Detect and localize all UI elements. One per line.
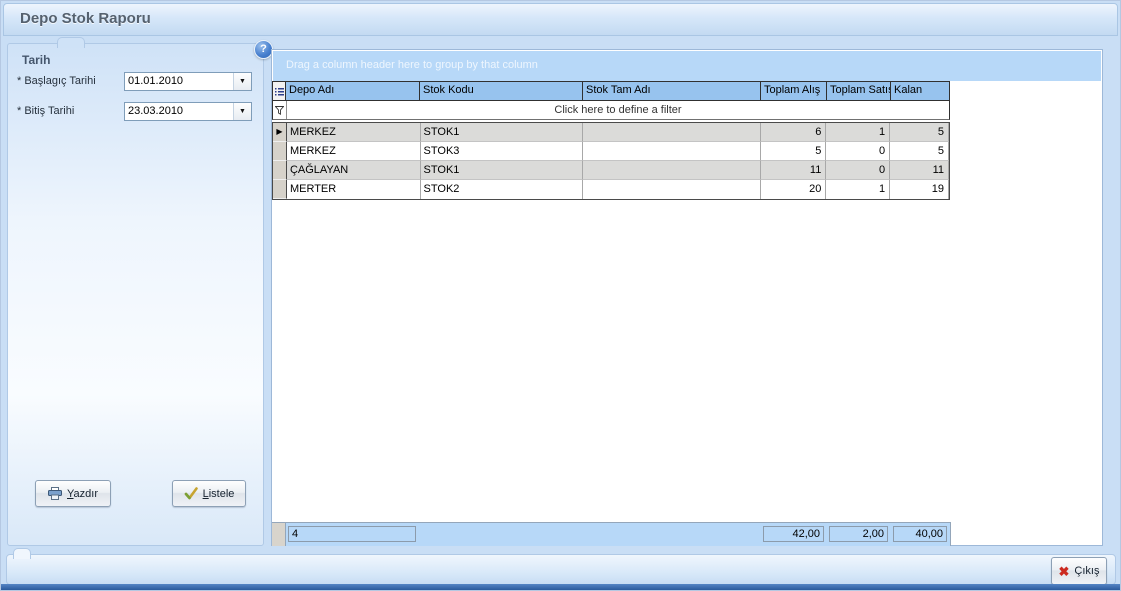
- print-button[interactable]: Yazdır: [35, 480, 111, 507]
- current-row-arrow-icon: ▶: [276, 128, 282, 136]
- footer-row-count: 4: [288, 526, 416, 542]
- row-indicator-cell: [273, 180, 287, 199]
- cell-depo-adi[interactable]: ÇAĞLAYAN: [287, 161, 421, 180]
- start-date-value: 01.01.2010: [128, 73, 183, 90]
- end-date-input[interactable]: 23.03.2010 ▼: [124, 102, 252, 121]
- cell-depo-adi[interactable]: MERTER: [287, 180, 421, 199]
- stock-grid: Drag a column header here to group by th…: [271, 49, 1103, 546]
- column-header-stok-tam-adi[interactable]: Stok Tam Adı: [583, 82, 761, 100]
- date-filter-panel: Tarih ? * Başlagıç Tarihi 01.01.2010 ▼ *…: [7, 43, 264, 546]
- title-bar: Depo Stok Raporu: [3, 3, 1118, 36]
- cell-toplam-alis[interactable]: 20: [761, 180, 827, 199]
- app-window: Depo Stok Raporu Tarih ? * Başlagıç Tari…: [0, 0, 1121, 591]
- chevron-down-icon: ▼: [239, 108, 246, 115]
- cell-stok-kodu[interactable]: STOK2: [421, 180, 584, 199]
- grid-table: Depo Adı Stok Kodu Stok Tam Adı Toplam A…: [272, 81, 950, 200]
- filter-row[interactable]: Click here to define a filter: [272, 101, 950, 120]
- end-date-label: * Bitiş Tarihi: [17, 105, 74, 117]
- cell-toplam-alis[interactable]: 6: [761, 123, 827, 142]
- cell-toplam-satis[interactable]: 1: [826, 180, 890, 199]
- close-x-icon: ✖: [1059, 565, 1070, 578]
- cell-kalan[interactable]: 19: [890, 180, 949, 199]
- end-date-value: 23.03.2010: [128, 103, 183, 120]
- cell-depo-adi[interactable]: MERKEZ: [287, 123, 421, 142]
- list-menu-icon: [275, 87, 284, 96]
- column-header-kalan[interactable]: Kalan: [891, 82, 950, 100]
- chevron-down-icon: ▼: [239, 78, 246, 85]
- table-row[interactable]: MERKEZ STOK3 5 0 5: [273, 142, 949, 161]
- cell-toplam-satis[interactable]: 0: [826, 161, 890, 180]
- start-date-dropdown-button[interactable]: ▼: [233, 73, 251, 90]
- cell-stok-tam-adi[interactable]: [583, 123, 760, 142]
- row-indicator-cell: [273, 161, 287, 180]
- cell-stok-tam-adi[interactable]: [583, 142, 760, 161]
- group-by-hint: Drag a column header here to group by th…: [286, 59, 538, 71]
- table-row[interactable]: MERTER STOK2 20 1 19: [273, 180, 949, 199]
- cell-stok-tam-adi[interactable]: [583, 180, 760, 199]
- cell-stok-kodu[interactable]: STOK1: [421, 123, 584, 142]
- group-title-tarih: Tarih: [22, 53, 50, 67]
- cell-toplam-satis[interactable]: 0: [826, 142, 890, 161]
- footer-indicator-stub: [272, 523, 286, 546]
- cell-stok-kodu[interactable]: STOK1: [421, 161, 584, 180]
- window-title: Depo Stok Raporu: [20, 4, 151, 34]
- cell-kalan[interactable]: 5: [890, 123, 949, 142]
- start-date-label: * Başlagıç Tarihi: [17, 75, 96, 87]
- list-button[interactable]: Listele: [172, 480, 246, 507]
- grid-corner-button[interactable]: [272, 82, 286, 100]
- table-row[interactable]: ▶ MERKEZ STOK1 6 1 5: [273, 123, 949, 142]
- cell-kalan[interactable]: 11: [890, 161, 949, 180]
- cell-kalan[interactable]: 5: [890, 142, 949, 161]
- cell-toplam-alis[interactable]: 11: [761, 161, 827, 180]
- cell-depo-adi[interactable]: MERKEZ: [287, 142, 421, 161]
- column-header-stok-kodu[interactable]: Stok Kodu: [420, 82, 583, 100]
- cell-toplam-alis[interactable]: 5: [761, 142, 827, 161]
- bottom-bar: ✖ Çıkış: [6, 554, 1116, 585]
- filter-funnel-cell[interactable]: [273, 101, 287, 119]
- footer-kalan-sum: 40,00: [893, 526, 947, 542]
- exit-button-label: Çıkış: [1074, 565, 1099, 577]
- table-row[interactable]: ÇAĞLAYAN STOK1 11 0 11: [273, 161, 949, 180]
- print-button-label: Yazdır: [67, 488, 98, 500]
- panel-tab-notch: [57, 37, 85, 48]
- column-header-toplam-satis[interactable]: Toplam Satış: [827, 82, 891, 100]
- funnel-icon: [275, 106, 284, 115]
- cell-stok-kodu[interactable]: STOK3: [421, 142, 584, 161]
- list-button-label: Listele: [203, 488, 235, 500]
- grid-summary-footer: 4 42,00 2,00 40,00: [272, 522, 951, 546]
- grid-rows: ▶ MERKEZ STOK1 6 1 5 MERKEZ STOK3 5 0 5: [272, 122, 950, 200]
- cell-toplam-satis[interactable]: 1: [826, 123, 890, 142]
- column-header-depo-adi[interactable]: Depo Adı: [286, 82, 420, 100]
- bottom-bar-tab-notch: [13, 548, 31, 559]
- start-date-input[interactable]: 01.01.2010 ▼: [124, 72, 252, 91]
- group-by-drop-area[interactable]: Drag a column header here to group by th…: [273, 51, 1101, 81]
- printer-icon: [48, 487, 62, 500]
- exit-button[interactable]: ✖ Çıkış: [1051, 557, 1107, 585]
- filter-hint[interactable]: Click here to define a filter: [287, 101, 949, 119]
- end-date-dropdown-button[interactable]: ▼: [233, 103, 251, 120]
- window-bottom-edge: [1, 584, 1120, 590]
- row-indicator-cell: ▶: [273, 123, 287, 142]
- row-indicator-cell: [273, 142, 287, 161]
- checkmark-icon: [184, 487, 198, 500]
- grid-header-row: Depo Adı Stok Kodu Stok Tam Adı Toplam A…: [272, 81, 950, 101]
- column-header-toplam-alis[interactable]: Toplam Alış: [761, 82, 827, 100]
- footer-toplam-satis-sum: 2,00: [829, 526, 888, 542]
- cell-stok-tam-adi[interactable]: [583, 161, 760, 180]
- footer-toplam-alis-sum: 42,00: [763, 526, 824, 542]
